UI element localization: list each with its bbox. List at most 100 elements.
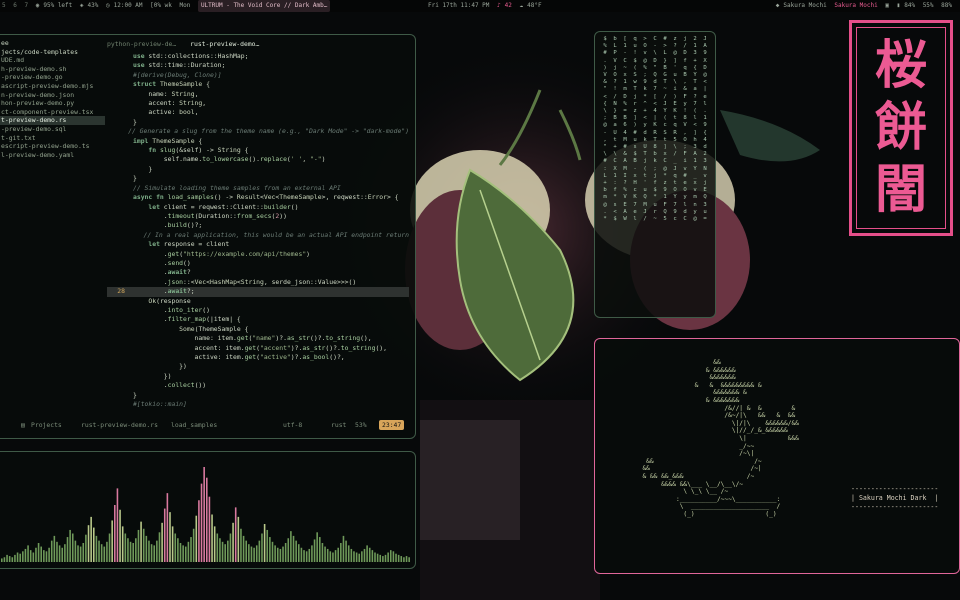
workspace-5[interactable]: 5 xyxy=(2,0,6,12)
code-line[interactable]: let client = reqwest::Client::builder() xyxy=(107,203,409,212)
tab-python-preview[interactable]: python-preview-de… xyxy=(107,40,176,48)
line-text: impl ThemeSample { xyxy=(133,136,203,145)
code-line[interactable]: .into_iter() xyxy=(107,306,409,315)
spectrum-bar xyxy=(295,540,297,563)
spectrum-bar xyxy=(187,541,190,562)
workspace-7[interactable]: 7 xyxy=(25,0,29,12)
code-line[interactable]: .build()?; xyxy=(107,221,409,230)
spectrum-bar xyxy=(177,538,179,562)
line-text: #[tokio::main] xyxy=(133,400,187,409)
code-line[interactable]: .await? xyxy=(107,268,409,277)
code-line[interactable]: struct ThemeSample { xyxy=(107,80,409,89)
status-function: load_samples xyxy=(171,421,218,429)
code-line[interactable]: .filter_map(|item| { xyxy=(107,315,409,324)
code-line[interactable]: async fn load_samples() -> Result<Vec<Th… xyxy=(107,193,409,202)
notification-icon[interactable]: ▣ xyxy=(885,0,889,12)
tree-file[interactable]: t-preview-demo.rs xyxy=(0,116,105,125)
line-number xyxy=(107,315,133,324)
spectrum-bar xyxy=(242,535,245,563)
code-line[interactable]: .timeout(Duration::from_secs(2)) xyxy=(107,212,409,221)
tree-file[interactable]: UDE.md xyxy=(0,56,105,65)
code-line[interactable]: name: String, xyxy=(107,90,409,99)
code-line[interactable]: .json::<Vec<HashMap<String, serde_json::… xyxy=(107,278,409,287)
spectrum-bar xyxy=(269,537,271,562)
spectrum-bar xyxy=(190,537,192,562)
code-line[interactable]: #[tokio::main] xyxy=(107,400,409,409)
code-line[interactable]: active: item.get("active")?.as_bool()?, xyxy=(107,353,409,362)
spectrum-bar xyxy=(98,540,100,563)
tree-file[interactable]: l-preview-demo.yaml xyxy=(0,151,105,160)
active-window-title[interactable]: ULTRUM - The Void Core // Dark Amb… xyxy=(197,0,331,12)
code-line[interactable]: } xyxy=(107,165,409,174)
code-line[interactable]: Ok(response xyxy=(107,297,409,306)
code-line[interactable]: } xyxy=(107,174,409,183)
spectrum-bar xyxy=(66,537,69,562)
status-projects[interactable]: Projects xyxy=(31,420,62,430)
matrix-column: 2 1 3 + { Y T a ? 7 ( l < ] h 3 A 1 Y _ … xyxy=(693,36,697,223)
code-line[interactable]: } xyxy=(107,118,409,127)
tree-file[interactable]: ct-component-preview.tsx xyxy=(0,108,105,117)
line-number xyxy=(107,344,133,353)
code-line[interactable]: use std::collections::HashMap; xyxy=(107,52,409,61)
tree-file[interactable]: escript-preview-demo.ts xyxy=(0,142,105,151)
spectrum-bar xyxy=(32,552,35,562)
tree-file[interactable]: -preview-demo.sql xyxy=(0,125,105,134)
cpu-text: 43% xyxy=(87,2,99,9)
code-line[interactable]: } xyxy=(107,391,409,400)
tree-root[interactable]: jects/code-templates xyxy=(0,48,105,57)
tree-file[interactable]: -preview-demo.go xyxy=(0,73,105,82)
spectrum-bar xyxy=(116,488,119,563)
code-line[interactable]: .collect()) xyxy=(107,381,409,390)
spectrum-bar xyxy=(371,550,374,563)
code-line[interactable]: #[derive(Debug, Clone)] xyxy=(107,71,409,80)
tab-rust-preview[interactable]: rust-preview-demo… xyxy=(190,40,259,48)
status-file[interactable]: rust-preview-demo.rs xyxy=(81,420,158,430)
file-tree[interactable]: ee jects/code-templates UDE.md h-preview-de… xyxy=(0,39,105,159)
code-line[interactable]: fn slug(&self) -> String { xyxy=(107,146,409,155)
code-line[interactable]: name: item.get("name")?.as_str()?.to_str… xyxy=(107,334,409,343)
code-line[interactable]: let response = client xyxy=(107,240,409,249)
spectrum-bar xyxy=(184,546,187,562)
spectrum-bar xyxy=(403,557,405,562)
code-line[interactable]: }) xyxy=(107,362,409,371)
code-line[interactable]: // Simulate loading theme samples from a… xyxy=(107,184,409,193)
code-line[interactable]: 28 .await?; xyxy=(107,287,409,297)
top-bar-left: 5 6 7 ◉ 95% left ◈ 43% ◷ 12:00 AM [0% wk Mo… xyxy=(2,0,334,12)
line-text: .timeout(Duration::from_secs(2)) xyxy=(133,211,287,220)
tree-file[interactable]: ascript-preview-demo.mjs xyxy=(0,82,105,91)
tree-root[interactable]: ee xyxy=(0,39,105,48)
status-encoding: utf-8 xyxy=(283,421,303,429)
code-line[interactable]: .send() xyxy=(107,259,409,268)
tree-file[interactable]: hon-preview-demo.py xyxy=(0,99,105,108)
code-line[interactable]: impl ThemeSample { xyxy=(107,137,409,146)
code-line[interactable]: active: bool, xyxy=(107,108,409,117)
memory-pct: 55% xyxy=(922,2,934,9)
code-area[interactable]: use std::collections::HashMap; use std::t… xyxy=(107,52,409,409)
spectrum-bar xyxy=(263,524,266,562)
workspace-6[interactable]: 6 xyxy=(13,0,17,12)
top-status-bar: 5 6 7 ◉ 95% left ◈ 43% ◷ 12:00 AM [0% wk Mo… xyxy=(0,0,960,12)
spectrum-bar xyxy=(300,547,303,562)
line-text: use std::collections::HashMap; xyxy=(133,52,249,60)
line-text: // In a real application, this would be … xyxy=(143,230,409,239)
code-line[interactable]: .get("https://example.com/api/themes") xyxy=(107,250,409,259)
spectrum-bar xyxy=(363,548,366,562)
code-line[interactable]: }) xyxy=(107,372,409,381)
code-line[interactable]: accent: item.get("accent")?.as_str()?.to… xyxy=(107,344,409,353)
code-line[interactable]: self.name.to_lowercase().replace(' ', "-… xyxy=(107,155,409,164)
code-editor-window[interactable]: ee jects/code-templates UDE.md h-preview-de… xyxy=(0,34,416,439)
tree-file[interactable]: h-preview-demo.sh xyxy=(0,65,105,74)
spectrum-bar xyxy=(408,557,410,562)
datetime-text[interactable]: Fri 17th 11:47 PM xyxy=(428,0,489,12)
code-line[interactable]: accent: String, xyxy=(107,99,409,108)
code-line[interactable]: // In a real application, this would be … xyxy=(107,231,409,240)
line-text: // Simulate loading theme samples from a… xyxy=(133,183,341,192)
tree-file[interactable]: n-preview-demo.json xyxy=(0,91,105,100)
code-line[interactable]: use std::time::Duration; xyxy=(107,61,409,70)
tree-file[interactable]: t-git.txt xyxy=(0,134,105,143)
code-line[interactable]: // Generate a slug from the theme name (… xyxy=(107,127,409,136)
line-text: // Generate a slug from the theme name (… xyxy=(128,127,409,136)
code-line[interactable]: Some(ThemeSample { xyxy=(107,325,409,334)
spectrum-bar xyxy=(387,552,389,562)
volume-text[interactable]: 42 xyxy=(505,0,512,12)
